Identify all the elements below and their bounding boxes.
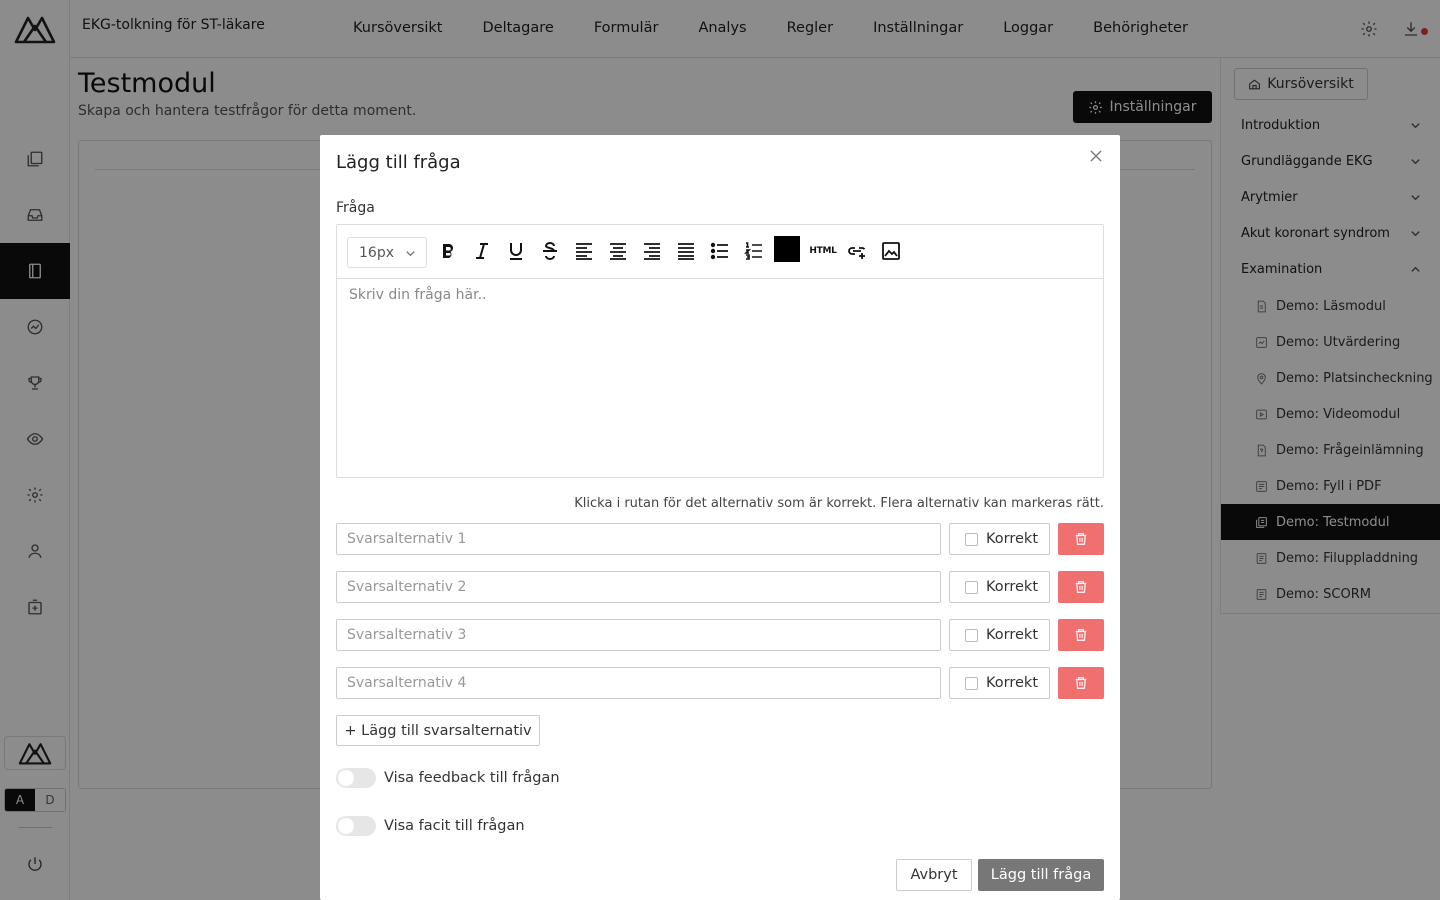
underline-button[interactable] xyxy=(505,240,527,262)
bold-icon xyxy=(443,244,453,258)
trash-icon xyxy=(1075,629,1087,641)
delete-answer-button[interactable] xyxy=(1058,523,1104,555)
text-color-swatch[interactable] xyxy=(774,236,800,262)
font-size-select[interactable]: 16px xyxy=(347,237,427,268)
add-question-dialog: Lägg till fråga Fråga 16px HTML Skriv di… xyxy=(320,135,1120,900)
align-justify-button[interactable] xyxy=(675,240,697,262)
underline-icon xyxy=(510,243,522,260)
answer-row: Svarsalternativ 1 Korrekt xyxy=(336,523,1104,555)
editor-toolbar: 16px HTML xyxy=(337,225,1103,279)
feedback-toggle-row: Visa feedback till frågan xyxy=(336,768,560,788)
strikethrough-icon xyxy=(543,242,557,260)
italic-button[interactable] xyxy=(471,240,493,262)
answer-input[interactable]: Svarsalternativ 4 xyxy=(336,667,941,699)
correct-label: Korrekt xyxy=(986,627,1039,643)
show-answer-key-label: Visa facit till frågan xyxy=(384,818,525,834)
italic-icon xyxy=(476,243,488,259)
align-justify-icon xyxy=(678,243,694,260)
cancel-button[interactable]: Avbryt xyxy=(896,859,972,891)
answer-key-toggle-row: Visa facit till frågan xyxy=(336,816,525,836)
correct-checkbox[interactable]: Korrekt xyxy=(949,523,1050,555)
show-answer-key-toggle[interactable] xyxy=(336,816,376,836)
bold-button[interactable] xyxy=(437,240,459,262)
align-right-icon xyxy=(644,243,660,260)
html-label: HTML xyxy=(809,246,837,256)
checkbox-box xyxy=(965,580,978,594)
align-center-icon xyxy=(610,243,626,260)
answer-input[interactable]: Svarsalternativ 2 xyxy=(336,571,941,603)
correct-label: Korrekt xyxy=(986,675,1039,691)
correct-checkbox[interactable]: Korrekt xyxy=(949,619,1050,651)
trash-icon xyxy=(1075,677,1087,689)
strikethrough-button[interactable] xyxy=(539,240,561,262)
chevron-down-icon xyxy=(406,251,415,257)
align-right-button[interactable] xyxy=(641,240,663,262)
show-feedback-label: Visa feedback till frågan xyxy=(384,770,560,786)
trash-icon xyxy=(1075,581,1087,593)
rich-text-editor: 16px HTML Skriv din fråga här.. xyxy=(336,224,1104,478)
correct-label: Korrekt xyxy=(986,531,1039,547)
question-editor-area[interactable]: Skriv din fråga här.. xyxy=(349,287,486,303)
checkbox-box xyxy=(965,628,978,642)
bullet-list-icon xyxy=(710,242,728,260)
trash-icon xyxy=(1075,533,1087,545)
bullet-list-button[interactable] xyxy=(709,240,731,262)
answer-row: Svarsalternativ 4 Korrekt xyxy=(336,667,1104,699)
show-feedback-toggle[interactable] xyxy=(336,768,376,788)
delete-answer-button[interactable] xyxy=(1058,667,1104,699)
answer-input[interactable]: Svarsalternativ 3 xyxy=(336,619,941,651)
numbered-list-button[interactable] xyxy=(743,240,765,262)
answer-row: Svarsalternativ 2 Korrekt xyxy=(336,571,1104,603)
insert-link-icon xyxy=(848,247,866,259)
delete-answer-button[interactable] xyxy=(1058,571,1104,603)
checkbox-box xyxy=(965,532,978,546)
numbered-list-icon xyxy=(744,242,762,260)
correct-label: Korrekt xyxy=(986,579,1039,595)
correct-answer-hint: Klicka i rutan för det alternativ som är… xyxy=(574,496,1104,511)
correct-checkbox[interactable]: Korrekt xyxy=(949,571,1050,603)
insert-image-button[interactable] xyxy=(880,240,902,262)
answer-input[interactable]: Svarsalternativ 1 xyxy=(336,523,941,555)
html-button[interactable]: HTML xyxy=(809,240,837,262)
delete-answer-button[interactable] xyxy=(1058,619,1104,651)
align-left-button[interactable] xyxy=(573,240,595,262)
font-size-value: 16px xyxy=(359,244,394,261)
align-left-icon xyxy=(576,243,592,260)
dialog-title: Lägg till fråga xyxy=(336,152,461,173)
close-icon[interactable] xyxy=(1089,149,1103,163)
add-question-button[interactable]: Lägg till fråga xyxy=(978,859,1104,891)
correct-checkbox[interactable]: Korrekt xyxy=(949,667,1050,699)
align-center-button[interactable] xyxy=(607,240,629,262)
insert-link-button[interactable] xyxy=(846,240,868,262)
add-answer-option-button[interactable]: + Lägg till svarsalternativ xyxy=(336,715,540,746)
insert-image-icon xyxy=(882,242,900,260)
question-label: Fråga xyxy=(336,200,375,216)
checkbox-box xyxy=(965,676,978,690)
answer-row: Svarsalternativ 3 Korrekt xyxy=(336,619,1104,651)
